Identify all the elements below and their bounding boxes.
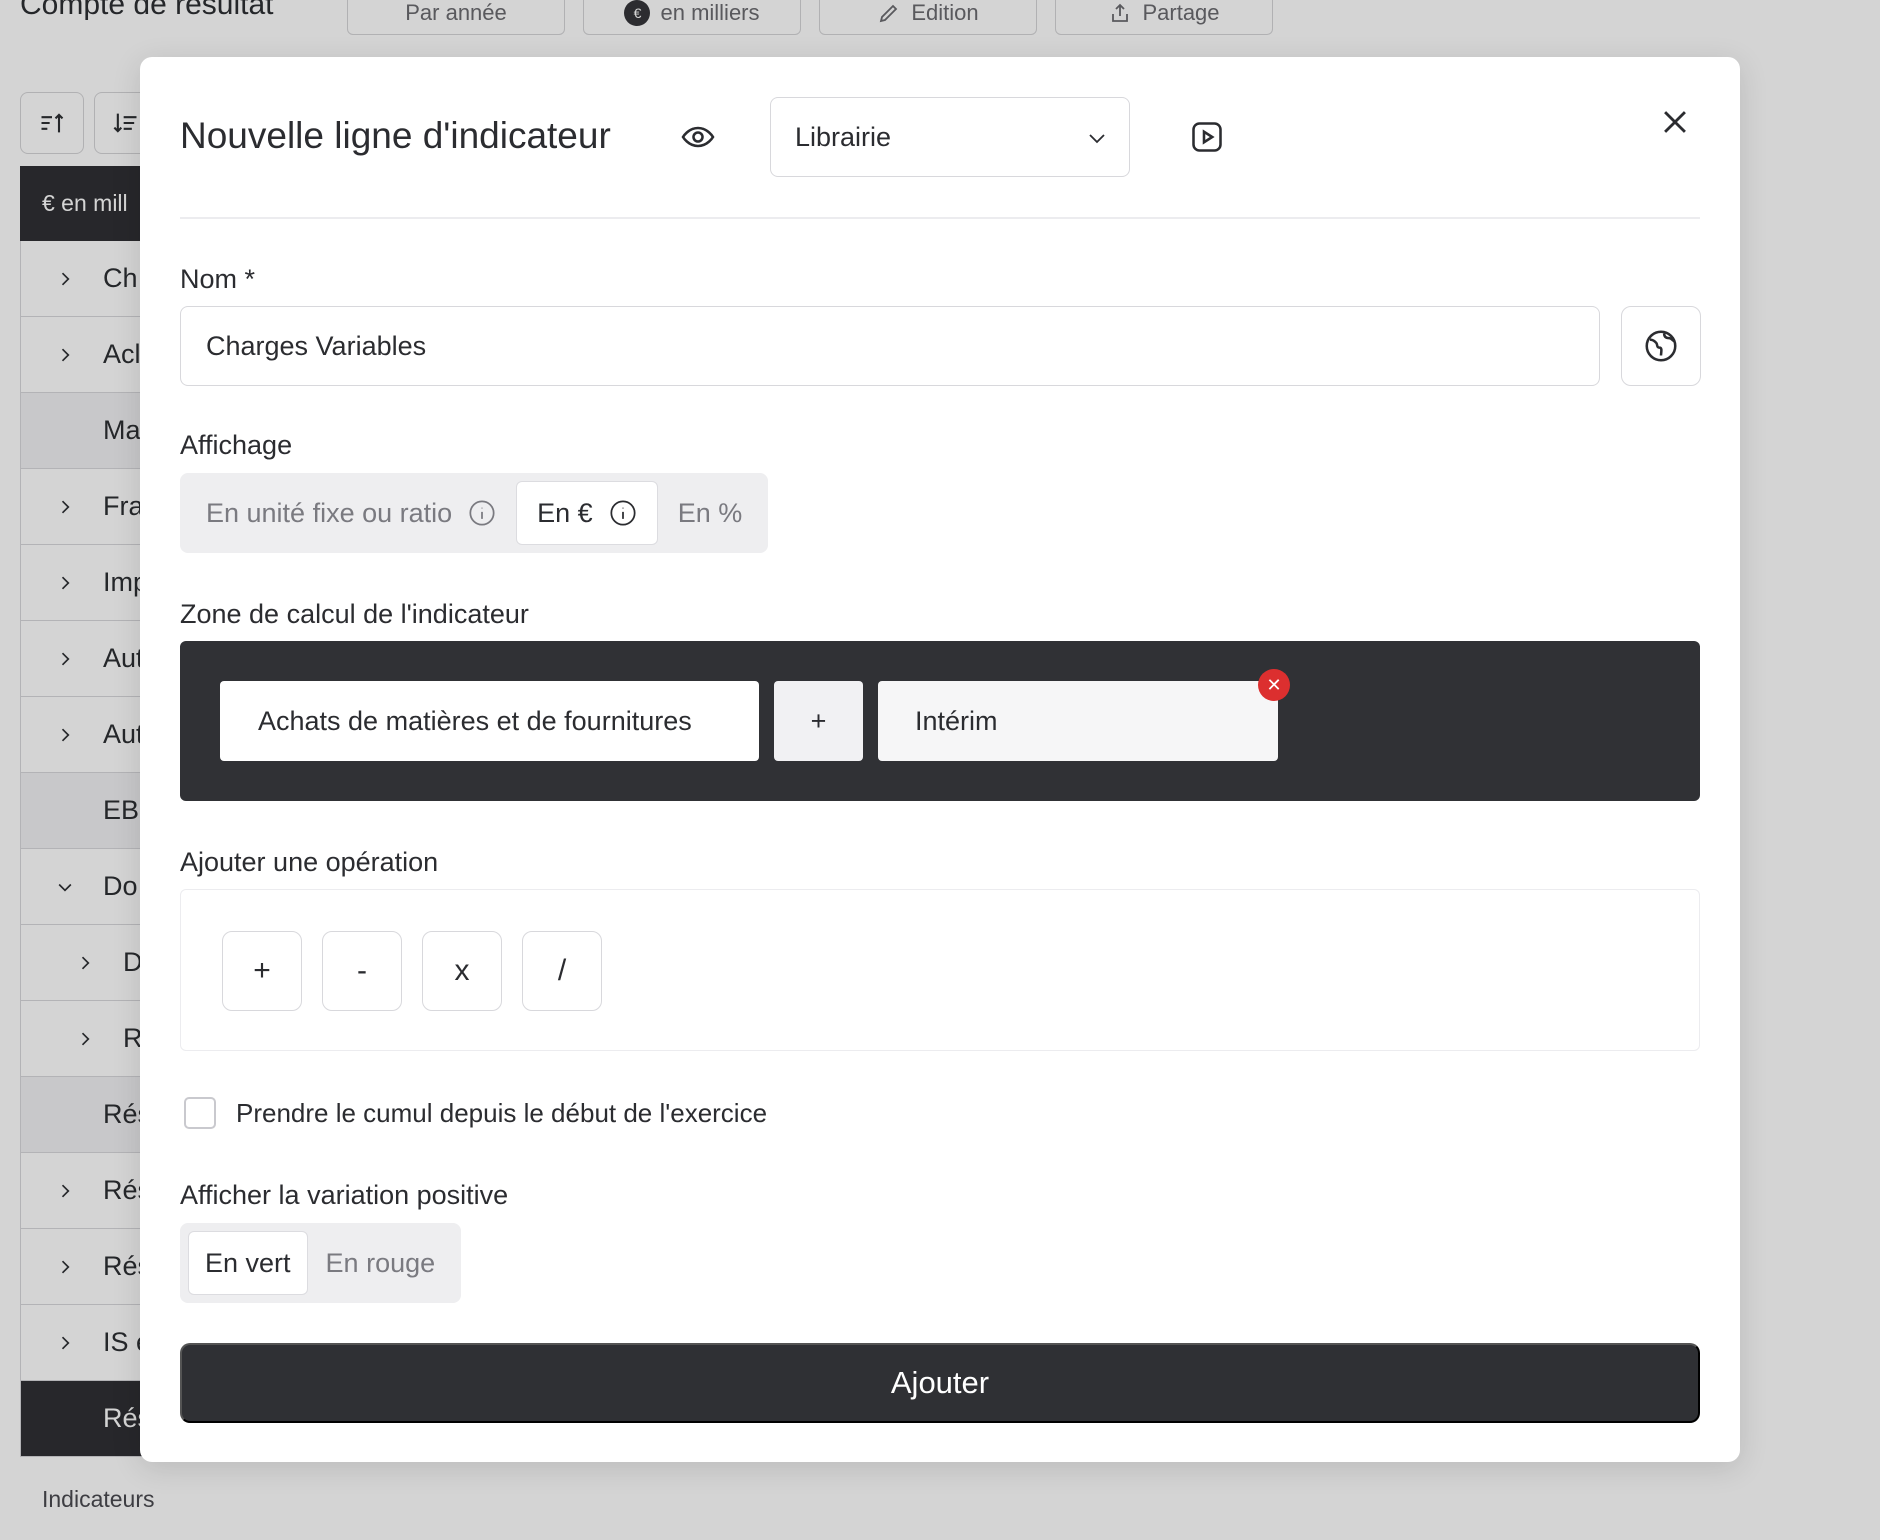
- add-multiply-button[interactable]: x: [422, 931, 502, 1011]
- formula-item[interactable]: Achats de matières et de fournitures: [220, 681, 759, 761]
- new-indicator-modal: Nouvelle ligne d'indicateur Librairie No…: [140, 57, 1740, 1462]
- formula-item[interactable]: Intérim ✕: [878, 669, 1290, 761]
- info-icon[interactable]: [609, 499, 637, 527]
- add-minus-button[interactable]: -: [322, 931, 402, 1011]
- calc-zone-label: Zone de calcul de l'indicateur: [180, 599, 529, 629]
- display-option-fixed-label: En unité fixe ou ratio: [206, 497, 453, 528]
- submit-add-button[interactable]: Ajouter: [180, 1343, 1700, 1423]
- cumul-checkbox[interactable]: [184, 1097, 216, 1129]
- variation-label: Afficher la variation positive: [180, 1180, 509, 1210]
- formula-operator[interactable]: +: [774, 681, 863, 761]
- template-select-value: Librairie: [795, 121, 892, 152]
- formula-item-label: Intérim: [915, 705, 998, 736]
- formula-item-label: Achats de matières et de fournitures: [258, 705, 692, 736]
- display-option-euro[interactable]: En €: [516, 481, 658, 545]
- chevron-down-icon: [1085, 126, 1109, 157]
- remove-item-icon[interactable]: ✕: [1258, 669, 1290, 701]
- display-option-percent[interactable]: En %: [658, 481, 763, 545]
- name-label: Nom *: [180, 264, 256, 294]
- variation-option-red-label: En rouge: [325, 1247, 436, 1278]
- template-select[interactable]: Librairie: [770, 97, 1130, 177]
- operations-panel: + - x /: [180, 889, 1700, 1051]
- display-option-euro-label: En €: [537, 497, 593, 528]
- add-divide-button[interactable]: /: [522, 931, 602, 1011]
- variation-option-green-label: En vert: [205, 1247, 291, 1278]
- formula-zone[interactable]: Achats de matières et de fournitures + I…: [180, 641, 1700, 801]
- translate-button[interactable]: [1621, 306, 1701, 386]
- display-option-percent-label: En %: [677, 497, 743, 528]
- info-icon[interactable]: [468, 499, 496, 527]
- display-label: Affichage: [180, 430, 293, 460]
- video-tutorial-button[interactable]: [1189, 119, 1225, 155]
- display-option-fixed[interactable]: En unité fixe ou ratio: [186, 481, 516, 545]
- display-toggle: En unité fixe ou ratio En € En %: [180, 473, 769, 553]
- operations-label: Ajouter une opération: [180, 847, 439, 877]
- close-button[interactable]: [1658, 105, 1692, 139]
- name-input[interactable]: [180, 306, 1600, 386]
- variation-toggle: En vert En rouge: [180, 1223, 462, 1303]
- close-icon: [1664, 111, 1686, 133]
- modal-title: Nouvelle ligne d'indicateur: [180, 115, 611, 156]
- add-plus-button[interactable]: +: [222, 931, 302, 1011]
- formula-operator-label: +: [810, 705, 827, 736]
- eye-icon[interactable]: [680, 119, 716, 155]
- modal-divider: [180, 217, 1700, 219]
- play-icon: [1192, 122, 1222, 152]
- cumul-option[interactable]: Prendre le cumul depuis le début de l'ex…: [184, 1097, 767, 1129]
- variation-option-green[interactable]: En vert: [188, 1231, 308, 1295]
- variation-option-red[interactable]: En rouge: [308, 1231, 454, 1295]
- cumul-label: Prendre le cumul depuis le début de l'ex…: [236, 1097, 768, 1128]
- globe-icon: [1645, 330, 1677, 362]
